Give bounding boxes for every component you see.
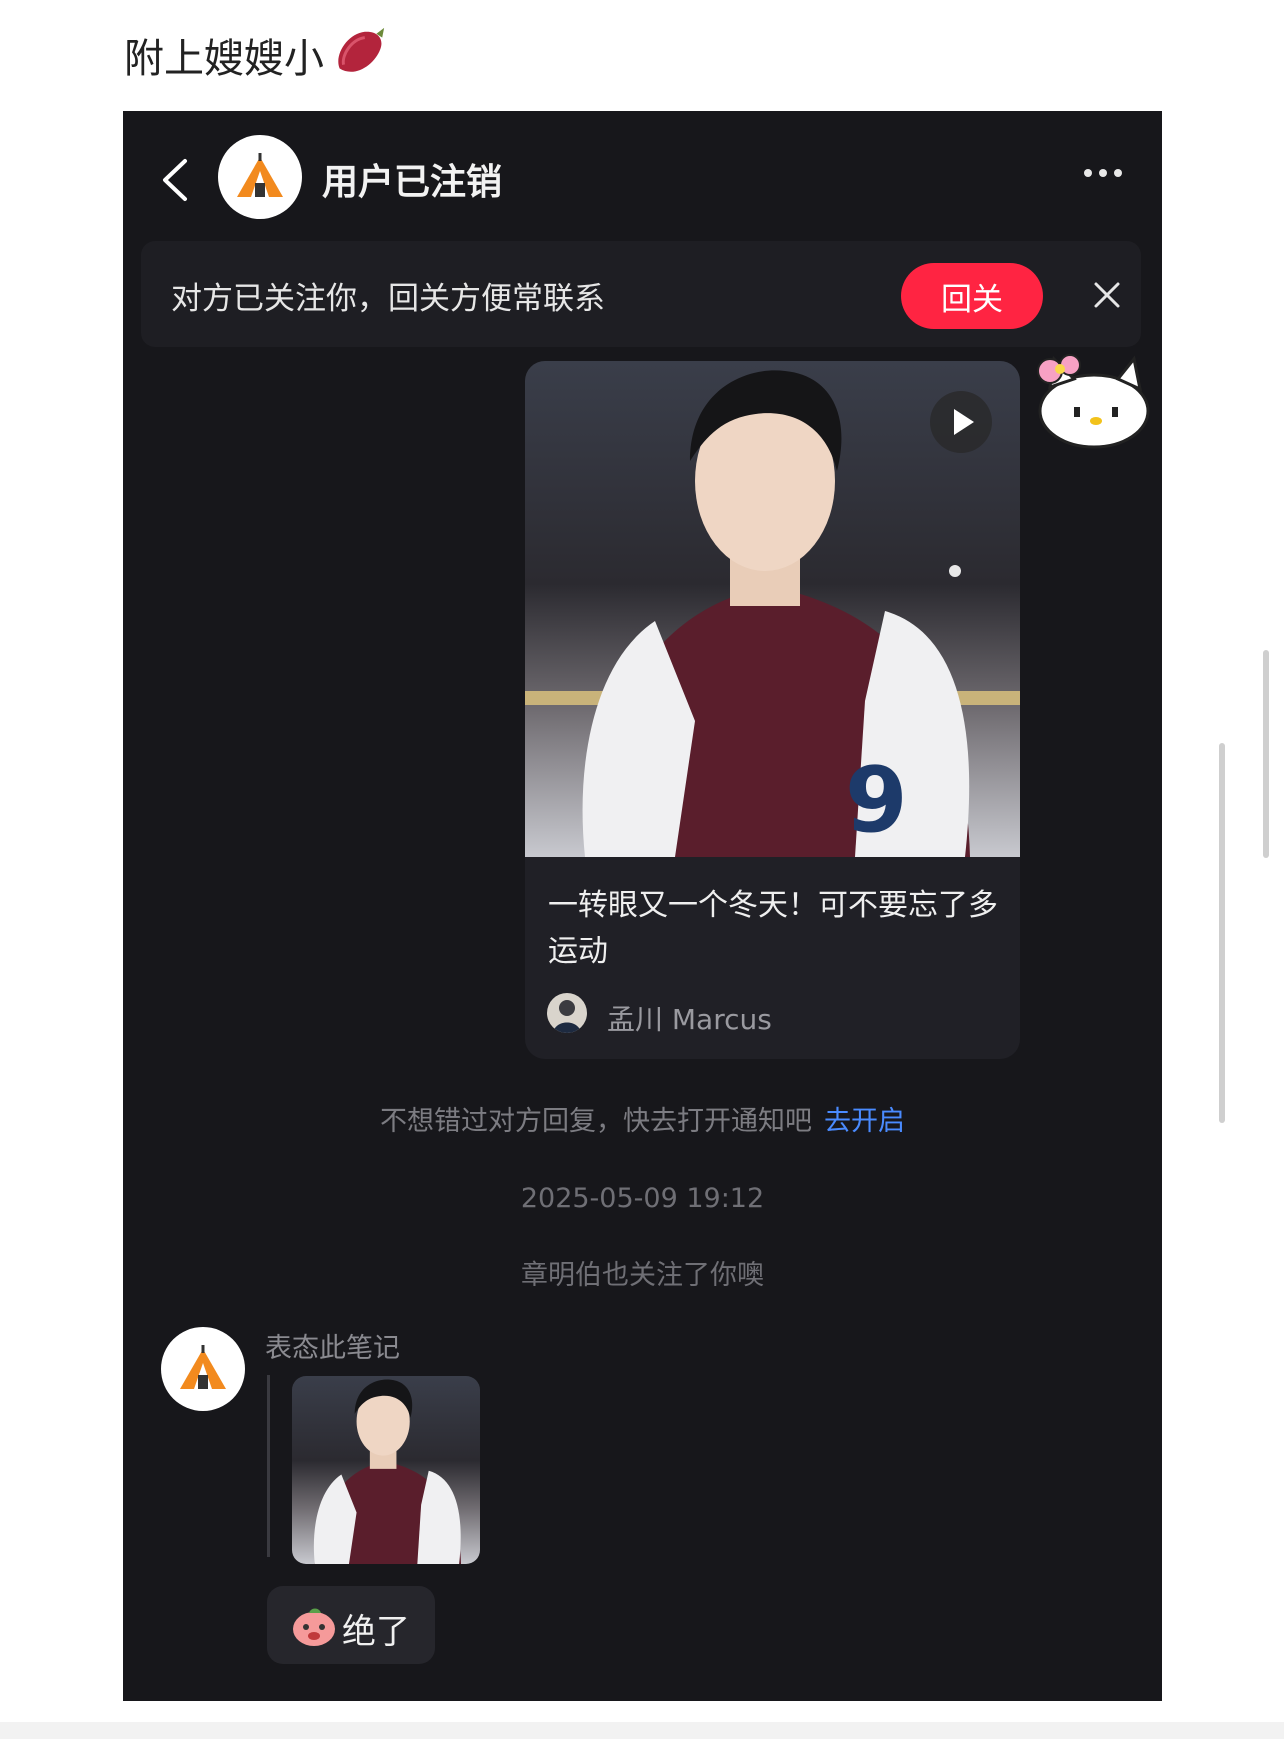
tent-icon bbox=[180, 1345, 226, 1389]
follow-back-button[interactable]: 回关 bbox=[901, 263, 1043, 329]
sweet-potato-icon bbox=[338, 27, 385, 72]
notification-prompt: 不想错过对方回复，快去打开通知吧 去开启 bbox=[123, 1099, 1162, 1138]
peach-emoji-icon bbox=[293, 1608, 335, 1646]
message-timestamp: 2025-05-09 19:12 bbox=[520, 1183, 765, 1214]
hello-kitty-sticker bbox=[1037, 354, 1150, 449]
chat-title: 用户已注销 bbox=[322, 162, 503, 203]
sender-avatar[interactable] bbox=[161, 1327, 245, 1411]
follow-banner: 对方已关注你，回关方便常联系 回关 bbox=[141, 241, 1141, 347]
more-dots-icon[interactable] bbox=[1084, 169, 1122, 177]
note-author-name: 孟川 Marcus bbox=[607, 1003, 772, 1036]
author-avatar bbox=[547, 993, 587, 1033]
shared-note-card[interactable]: 9 一转眼又一个冬天！可不要忘了多运动 孟川 Marcus bbox=[525, 361, 1020, 1059]
scrollbar[interactable] bbox=[1263, 650, 1269, 858]
play-button[interactable] bbox=[930, 391, 992, 453]
tent-icon bbox=[237, 153, 283, 197]
play-icon bbox=[954, 409, 974, 435]
post-caption: 附上嫂嫂小 bbox=[124, 26, 388, 84]
page-bottom-band bbox=[0, 1722, 1284, 1739]
reply-bubble: 绝了 bbox=[267, 1586, 435, 1664]
contact-avatar[interactable] bbox=[218, 135, 302, 219]
quote-bar bbox=[267, 1375, 270, 1557]
close-icon[interactable] bbox=[1093, 281, 1121, 309]
note-title: 一转眼又一个冬天！可不要忘了多运动 bbox=[548, 888, 998, 969]
svg-text:9: 9 bbox=[845, 748, 908, 853]
reply-text: 绝了 bbox=[342, 1612, 410, 1652]
note-thumbnail[interactable] bbox=[292, 1376, 480, 1564]
notify-text: 不想错过对方回复，快去打开通知吧 bbox=[380, 1106, 812, 1137]
back-arrow-icon[interactable] bbox=[159, 157, 191, 203]
banner-text: 对方已关注你，回关方便常联系 bbox=[171, 281, 605, 317]
scrollbar[interactable] bbox=[1219, 743, 1225, 1123]
caption-text: 附上嫂嫂小 bbox=[124, 36, 324, 82]
follow-notice: 章明伯也关注了你噢 bbox=[521, 1260, 764, 1291]
chat-screen: 用户已注销 对方已关注你，回关方便常联系 回关 9 一转眼又一个冬天！可不要忘了… bbox=[123, 111, 1162, 1701]
enable-notifications-link[interactable]: 去开启 bbox=[824, 1106, 905, 1137]
react-label: 表态此笔记 bbox=[265, 1333, 400, 1364]
